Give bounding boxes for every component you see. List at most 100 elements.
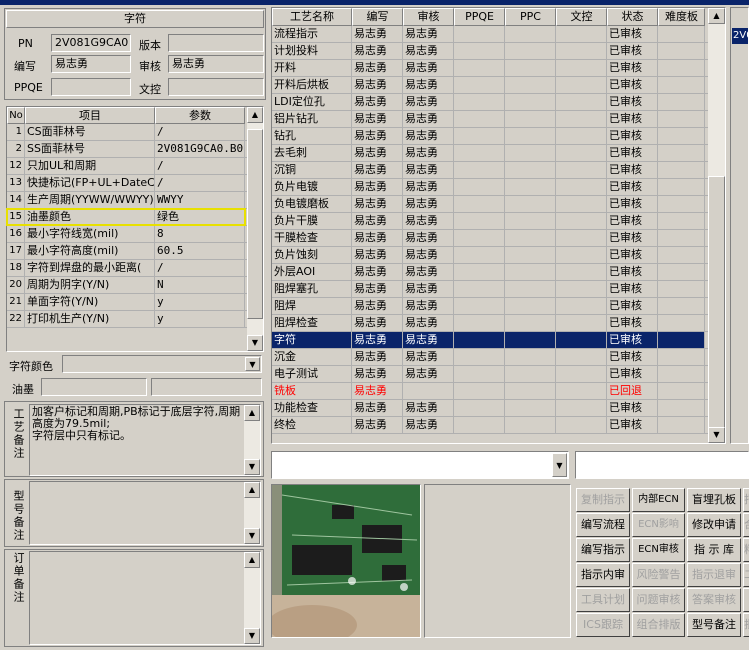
col4-button-5[interactable]: [743, 588, 749, 612]
pn-field[interactable]: 2V081G9CA0: [51, 34, 131, 52]
table-row[interactable]: 铣板 易志勇 已回退: [272, 383, 725, 400]
model-remarks-button[interactable]: 型号备注: [687, 613, 741, 637]
instruction-return-button[interactable]: 指示退审: [687, 563, 741, 587]
table-row[interactable]: 字符 易志勇 易志勇 已审核: [272, 332, 725, 349]
process-note-scrollbar[interactable]: ▲ ▼: [244, 405, 260, 475]
scroll-up-button[interactable]: ▲: [708, 8, 725, 24]
answer-review-button[interactable]: 答案审核: [687, 588, 741, 612]
table-row[interactable]: 18 字符到焊盘的最小距离(/: [7, 260, 263, 277]
table-row[interactable]: LDI定位孔 易志勇 易志勇 已审核: [272, 94, 725, 111]
table-row[interactable]: 1 CS面菲林号 /: [7, 124, 263, 141]
table-row[interactable]: 21 单面字符(Y/N) y: [7, 294, 263, 311]
ics-tracking-button[interactable]: ICS跟踪: [576, 613, 630, 637]
scroll-up-button[interactable]: ▲: [247, 107, 263, 123]
param-col-no[interactable]: No: [7, 107, 25, 124]
col-status[interactable]: 状态: [607, 8, 658, 26]
param-col-value[interactable]: 参数: [155, 107, 245, 124]
process-combo-1[interactable]: ▼: [271, 451, 569, 479]
ink-field-2[interactable]: [151, 378, 262, 396]
table-row[interactable]: 17 最小字符高度(mil) 60.5: [7, 243, 263, 260]
table-row[interactable]: 功能检查 易志勇 易志勇 已审核: [272, 400, 725, 417]
process-table-scrollbar[interactable]: ▲ ▼: [708, 8, 725, 443]
col-ppc[interactable]: PPC: [505, 8, 556, 26]
table-row[interactable]: 16 最小字符线宽(mil) 8: [7, 226, 263, 243]
copy-instructions-button[interactable]: 复制指示: [576, 488, 630, 512]
scroll-down-button[interactable]: ▼: [244, 459, 260, 475]
table-row[interactable]: 负片电镀 易志勇 易志勇 已审核: [272, 179, 725, 196]
table-row[interactable]: 去毛刺 易志勇 易志勇 已审核: [272, 145, 725, 162]
char-color-combo[interactable]: ▼: [62, 355, 262, 373]
write-process-button[interactable]: 编写流程: [576, 513, 630, 537]
side-list[interactable]: 2V0: [730, 7, 749, 444]
ink-field-1[interactable]: [41, 378, 147, 396]
table-row[interactable]: 计划投料 易志勇 易志勇 已审核: [272, 43, 725, 60]
risk-warning-button[interactable]: 风险警告: [632, 563, 685, 587]
table-row[interactable]: 20 周期为阴字(Y/N) N: [7, 277, 263, 294]
order-note-textarea[interactable]: ▲ ▼: [29, 551, 261, 645]
process-combo-2[interactable]: [575, 451, 749, 479]
table-row[interactable]: 外层AOI 易志勇 易志勇 已审核: [272, 264, 725, 281]
param-table-scrollbar[interactable]: ▲ ▼: [247, 107, 263, 351]
col4-button-2[interactable]: 合: [743, 513, 749, 537]
tool-plan-button[interactable]: 工具计划: [576, 588, 630, 612]
scroll-down-button[interactable]: ▼: [247, 335, 263, 351]
ecn-impact-button[interactable]: ECN影响: [632, 513, 685, 537]
model-note-textarea[interactable]: ▲ ▼: [29, 481, 261, 545]
table-row[interactable]: 负片干膜 易志勇 易志勇 已审核: [272, 213, 725, 230]
combined-layout-button[interactable]: 组合排版: [632, 613, 685, 637]
col4-button-3[interactable]: 料: [743, 538, 749, 562]
scroll-thumb[interactable]: [708, 176, 725, 428]
process-note-textarea[interactable]: 加客户标记和周期,PB标记于底层字符,周期高度为79.5mil; 字符层中只有标…: [29, 404, 261, 476]
chevron-down-icon[interactable]: ▼: [552, 453, 567, 477]
table-row[interactable]: 沉金 易志勇 易志勇 已审核: [272, 349, 725, 366]
reviewer-field[interactable]: 易志勇: [168, 55, 264, 73]
scroll-up-button[interactable]: ▲: [244, 552, 260, 568]
table-row[interactable]: 终检 易志勇 易志勇 已审核: [272, 417, 725, 434]
model-note-scrollbar[interactable]: ▲ ▼: [244, 482, 260, 544]
table-row[interactable]: 12 只加UL和周期 /: [7, 158, 263, 175]
table-row[interactable]: 阻焊 易志勇 易志勇 已审核: [272, 298, 725, 315]
write-instructions-button[interactable]: 编写指示: [576, 538, 630, 562]
col-process-name[interactable]: 工艺名称: [272, 8, 352, 26]
col4-button-1[interactable]: 打: [743, 488, 749, 512]
col-difficulty[interactable]: 难度板: [658, 8, 705, 26]
order-note-scrollbar[interactable]: ▲ ▼: [244, 552, 260, 644]
blind-buried-holes-button[interactable]: 盲埋孔板: [687, 488, 741, 512]
col-doc-control[interactable]: 文控: [556, 8, 607, 26]
table-row[interactable]: 负片蚀刻 易志勇 易志勇 已审核: [272, 247, 725, 264]
table-row[interactable]: 电子测试 易志勇 易志勇 已审核: [272, 366, 725, 383]
table-row[interactable]: 开料 易志勇 易志勇 已审核: [272, 60, 725, 77]
scroll-down-button[interactable]: ▼: [244, 628, 260, 644]
table-row[interactable]: 14 生产周期(YYWW/WWYY) WWYY: [7, 192, 263, 209]
table-row[interactable]: 负电镀磨板 易志勇 易志勇 已审核: [272, 196, 725, 213]
instruction-internal-review-button[interactable]: 指示内审: [576, 563, 630, 587]
internal-ecn-button[interactable]: 内部ECN: [632, 488, 685, 512]
author-field[interactable]: 易志勇: [51, 55, 131, 73]
table-row[interactable]: 铝片钻孔 易志勇 易志勇 已审核: [272, 111, 725, 128]
scroll-down-button[interactable]: ▼: [708, 427, 725, 443]
side-list-item[interactable]: 2V0: [732, 28, 748, 44]
scroll-up-button[interactable]: ▲: [244, 405, 260, 421]
table-row[interactable]: 22 打印机生产(Y/N) y: [7, 311, 263, 328]
table-row[interactable]: 阻焊检查 易志勇 易志勇 已审核: [272, 315, 725, 332]
chevron-down-icon[interactable]: ▼: [245, 357, 260, 371]
instruction-library-button[interactable]: 指 示 库: [687, 538, 741, 562]
table-row[interactable]: 干膜检查 易志勇 易志勇 已审核: [272, 230, 725, 247]
scroll-thumb[interactable]: [247, 129, 263, 319]
col4-button-6[interactable]: 批: [743, 613, 749, 637]
param-col-item[interactable]: 项目: [25, 107, 155, 124]
scroll-up-button[interactable]: ▲: [244, 482, 260, 498]
col-ppqe[interactable]: PPQE: [454, 8, 505, 26]
ecn-review-button[interactable]: ECN审核: [632, 538, 685, 562]
table-row[interactable]: 钻孔 易志勇 易志勇 已审核: [272, 128, 725, 145]
modify-request-button[interactable]: 修改申请: [687, 513, 741, 537]
col-reviewer[interactable]: 审核: [403, 8, 454, 26]
col-author[interactable]: 编写: [352, 8, 403, 26]
col4-button-4[interactable]: 二: [743, 563, 749, 587]
scroll-down-button[interactable]: ▼: [244, 528, 260, 544]
ppqe-field[interactable]: [51, 78, 131, 96]
issue-review-button[interactable]: 问题审核: [632, 588, 685, 612]
table-row[interactable]: 流程指示 易志勇 易志勇 已审核: [272, 26, 725, 43]
table-row[interactable]: 开料后烘板 易志勇 易志勇 已审核: [272, 77, 725, 94]
table-row[interactable]: 沉铜 易志勇 易志勇 已审核: [272, 162, 725, 179]
